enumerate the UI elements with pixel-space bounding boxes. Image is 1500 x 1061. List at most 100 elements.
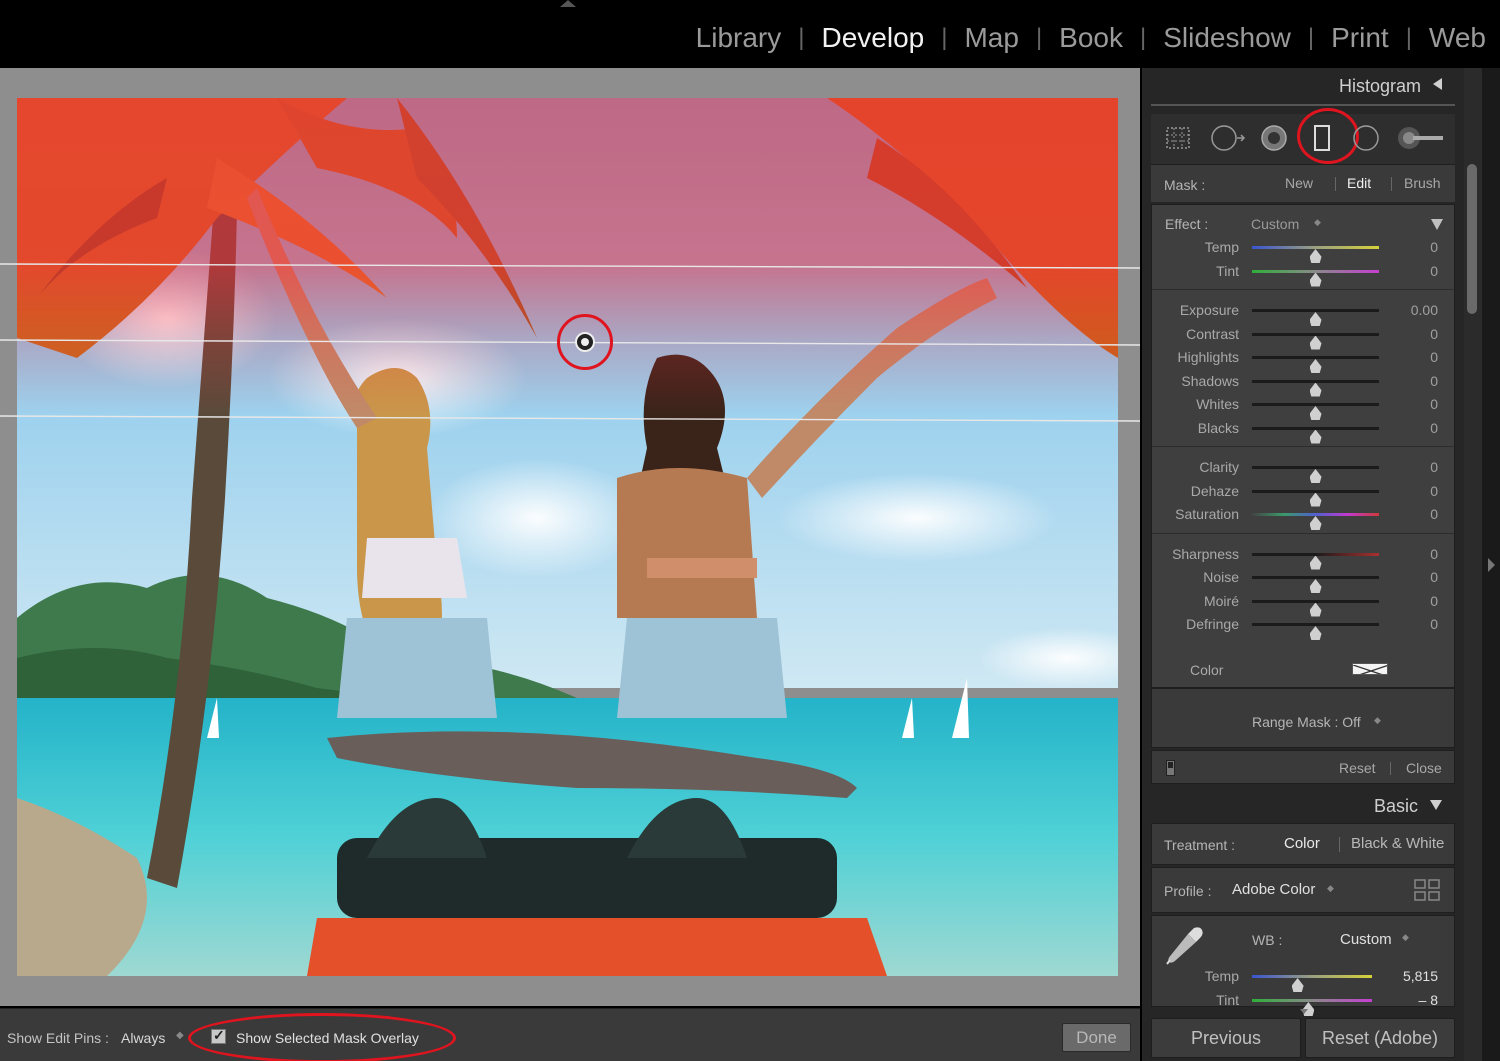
profile-label: Profile : [1164,883,1212,899]
slider-value-sharpness[interactable]: 0 [1430,546,1438,562]
slider-value-noise[interactable]: 0 [1430,569,1438,585]
module-develop[interactable]: Develop [822,22,925,54]
slider-value-clarity[interactable]: 0 [1430,459,1438,475]
close-button[interactable]: Close [1406,760,1442,776]
histogram-header[interactable]: Histogram [1339,76,1442,97]
slider-track-whites[interactable] [1252,403,1379,406]
basic-header[interactable]: Basic [1374,796,1442,817]
slider-value-temp[interactable]: 0 [1430,239,1438,255]
slider-value-saturation[interactable]: 0 [1430,506,1438,522]
module-web[interactable]: Web [1429,22,1486,54]
module-print[interactable]: Print [1331,22,1389,54]
separator [1391,177,1392,191]
module-book[interactable]: Book [1059,22,1123,54]
slider-value-defringe[interactable]: 0 [1430,616,1438,632]
graduated-filter-guides[interactable] [0,68,1140,1006]
slider-value-tint[interactable]: 0 [1430,263,1438,279]
slider-track-temp[interactable] [1252,246,1379,249]
slider-value-moir[interactable]: 0 [1430,593,1438,609]
adjustment-brush-icon[interactable] [1397,123,1445,153]
slider-row-noise: Noise 0 [1152,566,1454,588]
mask-brush-button[interactable]: Brush [1404,175,1441,191]
slider-track-saturation[interactable] [1252,513,1379,516]
module-map[interactable]: Map [964,22,1018,54]
slider-track-contrast[interactable] [1252,332,1379,336]
module-library[interactable]: Library [696,22,782,54]
slider-track-highlights[interactable] [1252,356,1379,359]
profile-browser-grid-icon[interactable] [1414,879,1440,901]
slider-row-blacks: Blacks 0 [1152,417,1454,439]
mask-new-button[interactable]: New [1285,175,1313,191]
panel-collapse-arrow-icon[interactable] [560,0,576,7]
module-slideshow[interactable]: Slideshow [1163,22,1291,54]
slider-track-sharpness[interactable] [1252,552,1379,556]
slider-track-clarity[interactable] [1252,466,1379,469]
treatment-color-button[interactable]: Color [1284,835,1320,852]
overlay-highlight-ring [188,1013,456,1061]
tool-highlight-ring [1297,108,1359,164]
expand-filmstrip-arrow-icon[interactable] [1488,558,1495,572]
slider-track-exposure[interactable] [1252,309,1379,312]
wb-tint-value[interactable]: – 8 [1419,992,1438,1008]
select-arrows-icon[interactable]: ◆ [1374,715,1381,726]
select-arrows-icon[interactable]: ◆ [1327,883,1334,894]
slider-row-highlights: Highlights 0 [1152,346,1454,368]
range-mask-select[interactable]: Range Mask : Off [1252,714,1361,730]
panel-scrollbar[interactable] [1464,68,1482,1061]
panel-toggle-switch[interactable] [1166,760,1175,776]
module-separator: | [1140,24,1147,51]
slider-value-exposure[interactable]: 0.00 [1411,302,1438,318]
group-divider [1152,446,1454,447]
slider-value-blacks[interactable]: 0 [1430,420,1438,436]
slider-label-noise: Noise [1203,569,1239,585]
slider-track-moir[interactable] [1252,599,1379,603]
spot-removal-icon[interactable] [1209,123,1247,153]
profile-row: Profile : Adobe Color ◆ [1151,867,1455,913]
wb-label: WB : [1252,932,1283,948]
slider-track-noise[interactable] [1252,576,1379,579]
effect-preset-select[interactable]: Custom [1251,216,1299,232]
select-arrows-icon[interactable]: ◆ [1314,217,1321,228]
slider-value-contrast[interactable]: 0 [1430,326,1438,342]
slider-track-blacks[interactable] [1252,426,1379,430]
slider-track-dehaze[interactable] [1252,489,1379,493]
slider-row-moir: Moiré 0 [1152,590,1454,612]
profile-select[interactable]: Adobe Color [1232,881,1315,898]
previous-button[interactable]: Previous [1151,1018,1301,1058]
treatment-bw-button[interactable]: Black & White [1351,835,1444,852]
collapse-triangle-icon[interactable] [1431,219,1443,230]
crop-overlay-icon[interactable] [1163,123,1193,153]
slider-value-dehaze[interactable]: 0 [1430,483,1438,499]
reset-button[interactable]: Reset [1339,760,1376,776]
wb-tint-track[interactable] [1252,999,1372,1002]
slider-track-shadows[interactable] [1252,379,1379,383]
slider-value-highlights[interactable]: 0 [1430,349,1438,365]
basic-title: Basic [1373,796,1418,816]
module-separator: | [1307,24,1315,51]
module-separator: | [1405,24,1412,51]
white-balance-eyedropper-icon[interactable] [1164,922,1208,966]
done-button[interactable]: Done [1062,1023,1131,1052]
module-picker-bar: Library | Develop | Map | Book | Slideshow | Print… [0,0,1500,66]
select-arrows-icon[interactable]: ◆ [176,1030,184,1041]
show-edit-pins-select[interactable]: Always [121,1030,165,1046]
scrollbar-thumb[interactable] [1467,164,1477,314]
mask-edit-button[interactable]: Edit [1347,175,1371,191]
slider-value-shadows[interactable]: 0 [1430,373,1438,389]
slider-value-whites[interactable]: 0 [1430,396,1438,412]
color-swatch[interactable] [1352,663,1388,675]
wb-temp-track[interactable] [1252,975,1372,978]
slider-label-clarity: Clarity [1199,459,1239,475]
slider-label-dehaze: Dehaze [1190,482,1239,499]
wb-preset-select[interactable]: Custom [1340,931,1392,948]
slider-track-defringe[interactable] [1252,623,1379,626]
slider-label-moir: Moiré [1203,592,1239,609]
reset-adobe-button[interactable]: Reset (Adobe) [1305,1018,1455,1058]
slider-row-exposure: Exposure 0.00 [1152,299,1454,321]
wb-temp-value[interactable]: 5,815 [1403,968,1438,984]
select-arrows-icon[interactable]: ◆ [1402,932,1409,943]
group-divider [1152,532,1454,534]
red-eye-icon[interactable] [1259,123,1289,153]
slider-track-tint[interactable] [1252,269,1379,273]
radial-filter-icon[interactable] [1351,123,1381,153]
